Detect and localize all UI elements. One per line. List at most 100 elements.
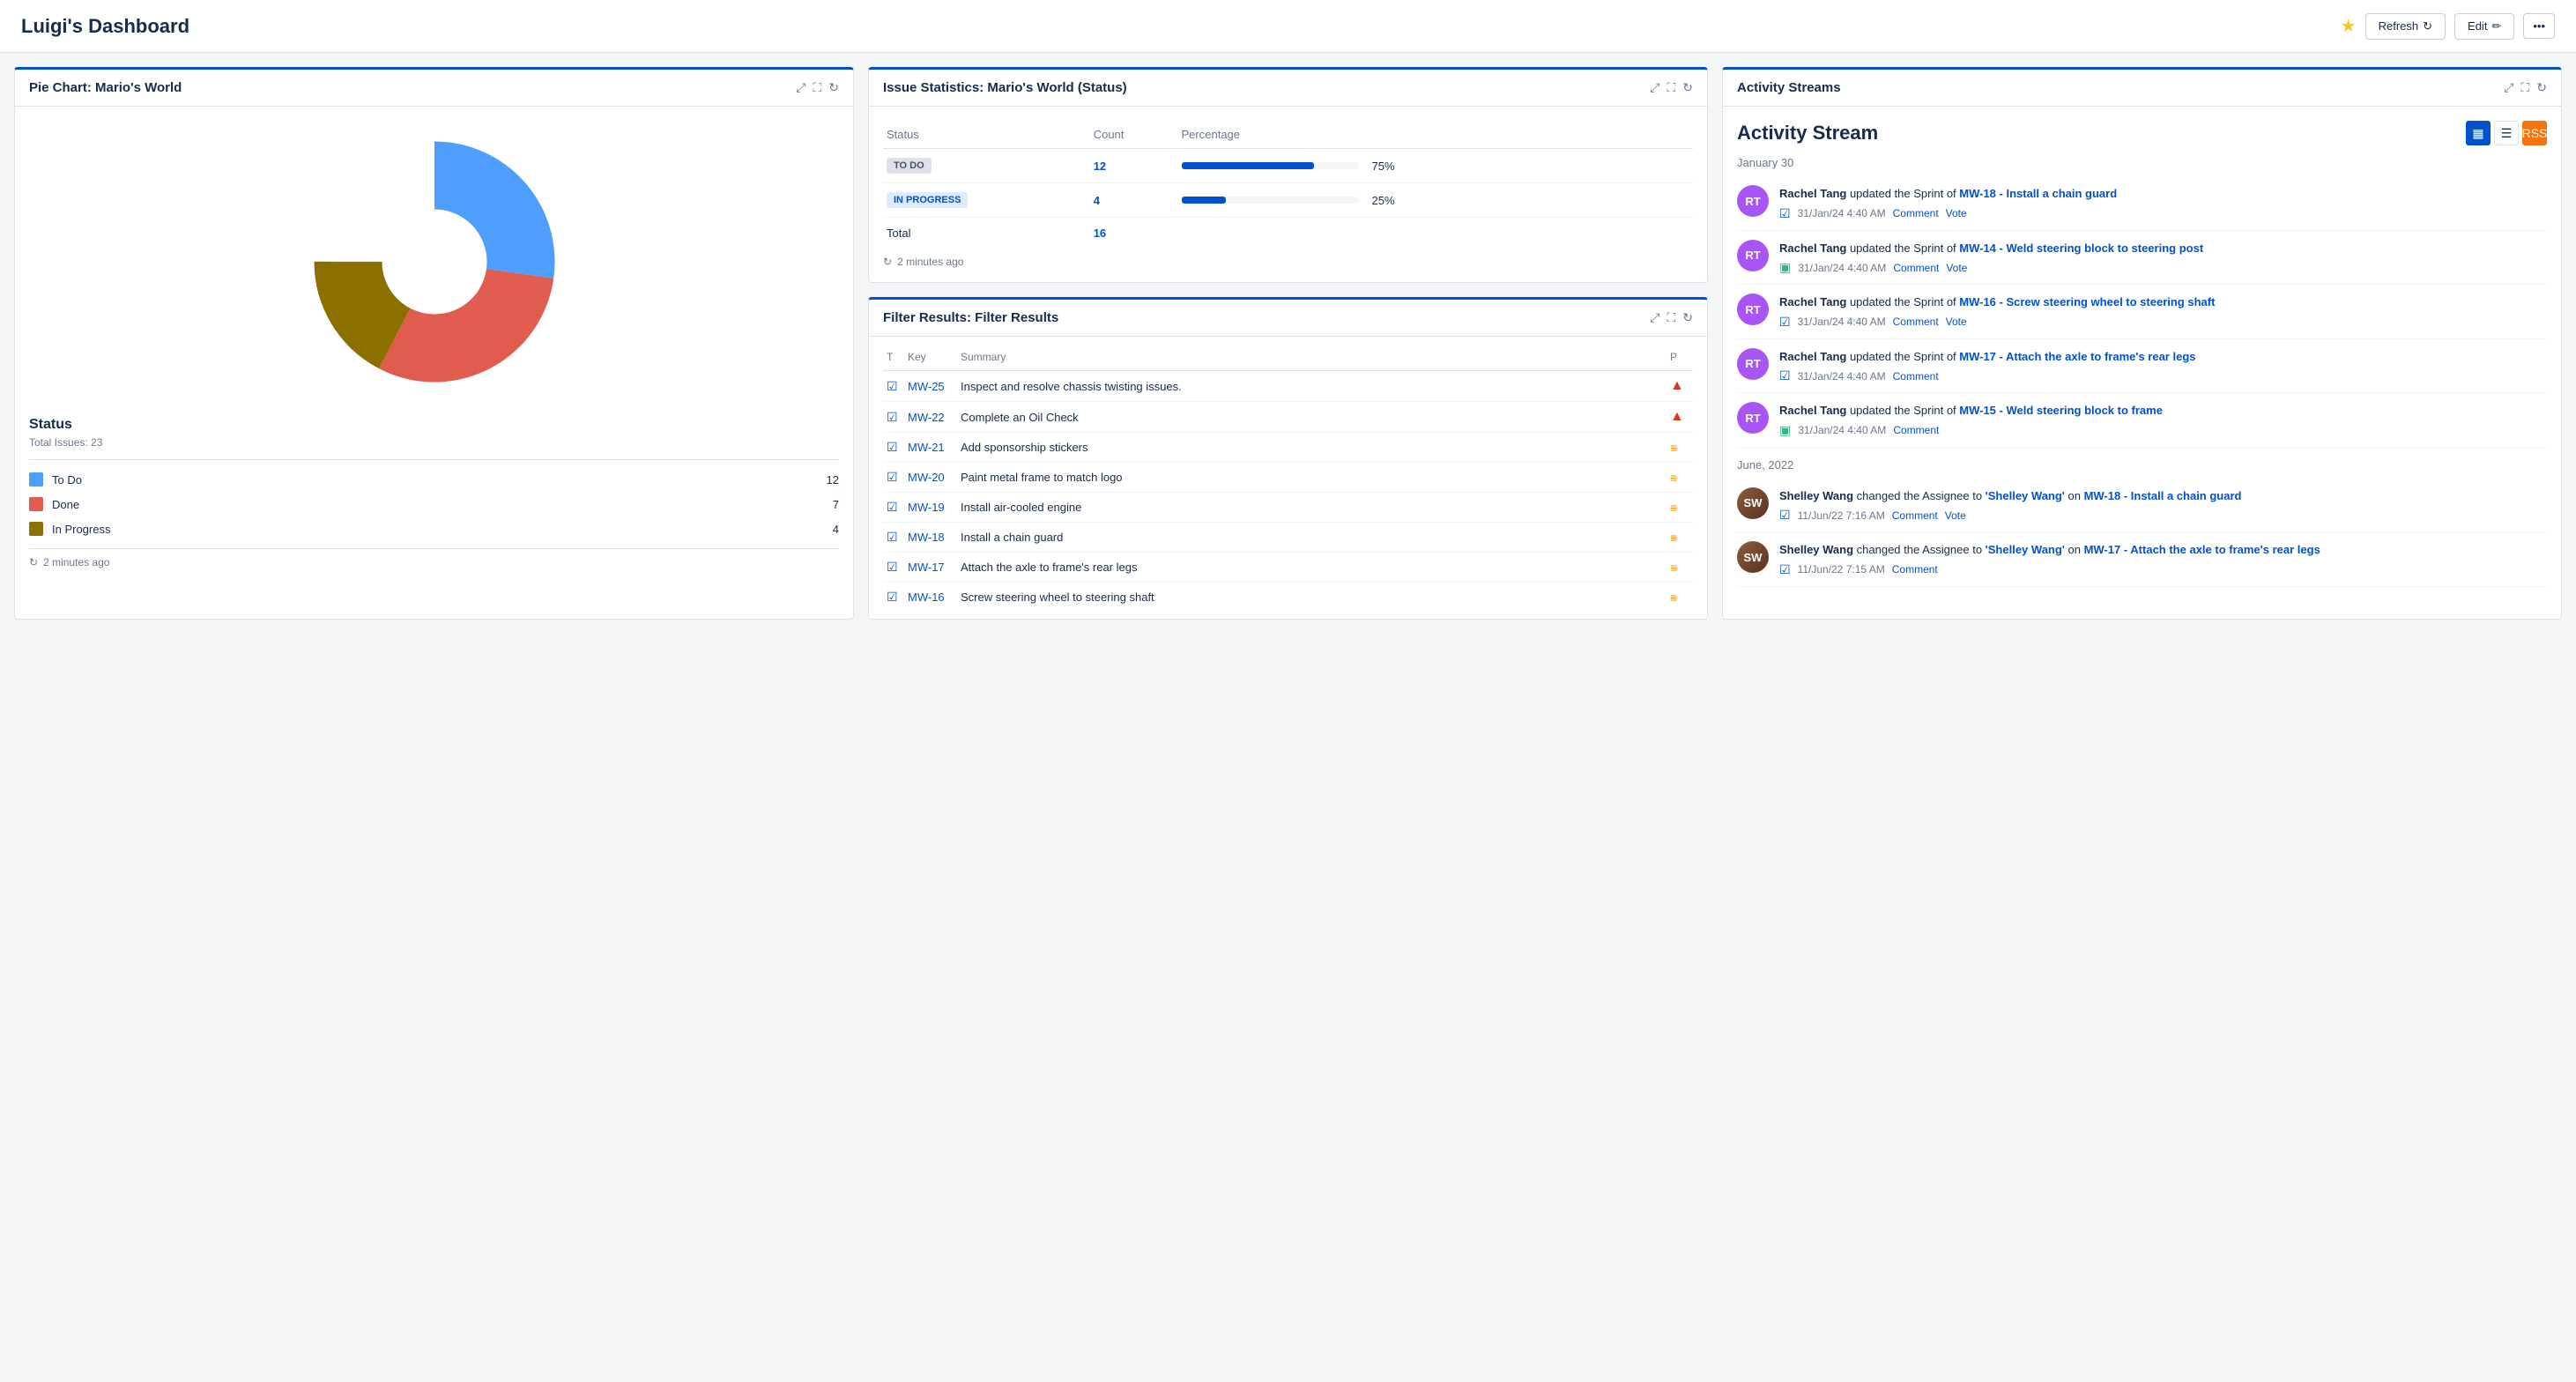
shrink-icon-filter[interactable]: ⤢ — [1650, 310, 1659, 325]
issue-link[interactable]: MW-16 - Screw steering wheel to steering… — [1959, 295, 2215, 308]
refresh-button[interactable]: Refresh ↻ — [2365, 13, 2446, 40]
refresh-filter-icon[interactable]: ↻ — [1682, 310, 1693, 325]
priority-cell: ≡ — [1667, 493, 1693, 523]
refresh-stats-icon[interactable]: ↻ — [1682, 80, 1693, 95]
shrink-icon-stats[interactable]: ⤢ — [1650, 80, 1659, 95]
key-cell: MW-16 — [904, 583, 957, 613]
comment-link-1[interactable]: Comment — [1893, 207, 1939, 219]
expand-icon-activity[interactable]: ⛶ — [2520, 80, 2529, 95]
type-cell: ☑ — [883, 583, 904, 613]
pie-chart-controls: ⤢ ⛶ ↻ — [796, 80, 839, 95]
activity-time-6: 11/Jun/22 7:16 AM — [1798, 509, 1885, 522]
task-icon-2: ☑ — [1779, 315, 1791, 330]
issue-link[interactable]: MW-17 - Attach the axle to frame's rear … — [1959, 350, 2195, 363]
expand-icon-filter[interactable]: ⛶ — [1667, 310, 1675, 325]
count-link-todo[interactable]: 12 — [1094, 160, 1106, 173]
issue-summary-text: Paint metal frame to match logo — [961, 471, 1123, 484]
issue-link[interactable]: MW-14 - Weld steering block to steering … — [1959, 241, 2203, 255]
issue-key-link[interactable]: MW-20 — [908, 471, 945, 484]
legend-count-todo: 12 — [827, 473, 839, 487]
priority-med-icon: ≡ — [1670, 591, 1677, 605]
legend-count-done: 7 — [833, 498, 839, 511]
user-name: Shelley Wang — [1779, 489, 1853, 502]
activity-content-3: Rachel Tang updated the Sprint of MW-16 … — [1779, 293, 2547, 330]
activity-text-7: Shelley Wang changed the Assignee to 'Sh… — [1779, 541, 2547, 559]
shrink-icon[interactable]: ⤢ — [796, 80, 805, 95]
more-button[interactable]: ••• — [2523, 13, 2555, 39]
issue-link[interactable]: MW-18 - Install a chain guard — [1959, 187, 2117, 200]
count-inprogress-cell: 4 — [1090, 183, 1178, 218]
vote-link-6[interactable]: Vote — [1945, 509, 1966, 522]
status-badge-inprogress: IN PROGRESS — [887, 192, 968, 208]
favorite-icon[interactable]: ★ — [2341, 15, 2357, 37]
type-cell: ☑ — [883, 553, 904, 583]
activity-meta-4: ☑ 31/Jan/24 4:40 AM Comment — [1779, 368, 2547, 383]
issue-key-link[interactable]: MW-17 — [908, 561, 945, 574]
issue-link-2[interactable]: MW-17 - Attach the axle to frame's rear … — [2084, 543, 2320, 556]
issue-key-link[interactable]: MW-16 — [908, 591, 945, 604]
comment-link-3[interactable]: Comment — [1893, 316, 1939, 328]
col-status: Status — [883, 121, 1090, 149]
key-cell: MW-25 — [904, 371, 957, 402]
table-row: ☑ MW-18 Install a chain guard ≡ — [883, 523, 1693, 553]
table-row: ☑ MW-25 Inspect and resolve chassis twis… — [883, 371, 1693, 402]
expand-icon-stats[interactable]: ⛶ — [1667, 80, 1675, 95]
issue-link[interactable]: MW-18 - Install a chain guard — [2084, 489, 2242, 502]
activity-time-4: 31/Jan/24 4:40 AM — [1798, 370, 1886, 383]
issue-key-link[interactable]: MW-18 — [908, 531, 945, 544]
activity-time-7: 11/Jun/22 7:15 AM — [1798, 563, 1885, 576]
edit-button[interactable]: Edit ✏ — [2454, 13, 2514, 40]
comment-link-2[interactable]: Comment — [1893, 262, 1939, 274]
issue-stats-header: Issue Statistics: Mario's World (Status)… — [869, 70, 1707, 107]
dashboard: Pie Chart: Mario's World ⤢ ⛶ ↻ — [0, 53, 2576, 634]
vote-link-1[interactable]: Vote — [1946, 207, 1967, 219]
issue-key-link[interactable]: MW-22 — [908, 411, 945, 424]
activity-meta-1: ☑ 31/Jan/24 4:40 AM Comment Vote — [1779, 206, 2547, 221]
comment-link-5[interactable]: Comment — [1893, 424, 1939, 436]
vote-link-2[interactable]: Vote — [1946, 262, 1967, 274]
total-count-link[interactable]: 16 — [1094, 227, 1106, 240]
legend-divider — [29, 459, 839, 460]
check-icon: ☑ — [887, 470, 898, 484]
assignee-link-2[interactable]: 'Shelley Wang' — [1986, 543, 2065, 556]
task-icon-5: ☑ — [1779, 562, 1791, 577]
key-cell: MW-18 — [904, 523, 957, 553]
refresh-chart-icon[interactable]: ↻ — [828, 80, 839, 95]
activity-text-3: Rachel Tang updated the Sprint of MW-16 … — [1779, 293, 2547, 311]
donut-hole — [382, 210, 486, 314]
legend-color-todo — [29, 472, 43, 487]
summary-cell: Complete an Oil Check — [957, 402, 1667, 433]
legend-label-todo: To Do — [52, 473, 827, 487]
rss-button[interactable]: RSS — [2522, 121, 2547, 145]
comment-link-6[interactable]: Comment — [1892, 509, 1938, 522]
activity-time-1: 31/Jan/24 4:40 AM — [1798, 207, 1886, 219]
activity-streams-panel: Activity Streams ⤢ ⛶ ↻ Activity Stream ▦… — [1722, 67, 2562, 620]
vote-link-3[interactable]: Vote — [1946, 316, 1967, 328]
shrink-icon-activity[interactable]: ⤢ — [2504, 80, 2513, 95]
issue-key-link[interactable]: MW-21 — [908, 441, 945, 454]
check-icon: ☑ — [887, 500, 898, 514]
avatar-rachel-2: RT — [1737, 240, 1769, 271]
refresh-icon-stats: ↻ — [883, 256, 892, 268]
refresh-icon: ↻ — [2423, 19, 2432, 33]
priority-cell: ≡ — [1667, 433, 1693, 463]
assignee-link[interactable]: 'Shelley Wang' — [1986, 489, 2065, 502]
grid-view-button[interactable]: ▦ — [2466, 121, 2491, 145]
issue-key-link[interactable]: MW-25 — [908, 380, 945, 393]
progress-bg-todo — [1182, 162, 1358, 169]
refresh-activity-icon[interactable]: ↻ — [2536, 80, 2547, 95]
list-view-button[interactable]: ☰ — [2494, 121, 2519, 145]
filter-controls: ⤢ ⛶ ↻ — [1650, 310, 1693, 325]
expand-icon[interactable]: ⛶ — [813, 80, 821, 95]
table-row-total: Total 16 — [883, 218, 1693, 249]
issue-key-link[interactable]: MW-19 — [908, 501, 945, 514]
activity-time-2: 31/Jan/24 4:40 AM — [1798, 262, 1886, 274]
table-row: TO DO 12 75% — [883, 149, 1693, 183]
activity-content-1: Rachel Tang updated the Sprint of MW-18 … — [1779, 185, 2547, 221]
user-name: Rachel Tang — [1779, 350, 1846, 363]
issue-link[interactable]: MW-15 - Weld steering block to frame — [1959, 404, 2163, 417]
comment-link-4[interactable]: Comment — [1893, 370, 1939, 383]
comment-link-7[interactable]: Comment — [1892, 563, 1938, 576]
count-link-inprogress[interactable]: 4 — [1094, 194, 1100, 207]
user-name: Shelley Wang — [1779, 543, 1853, 556]
